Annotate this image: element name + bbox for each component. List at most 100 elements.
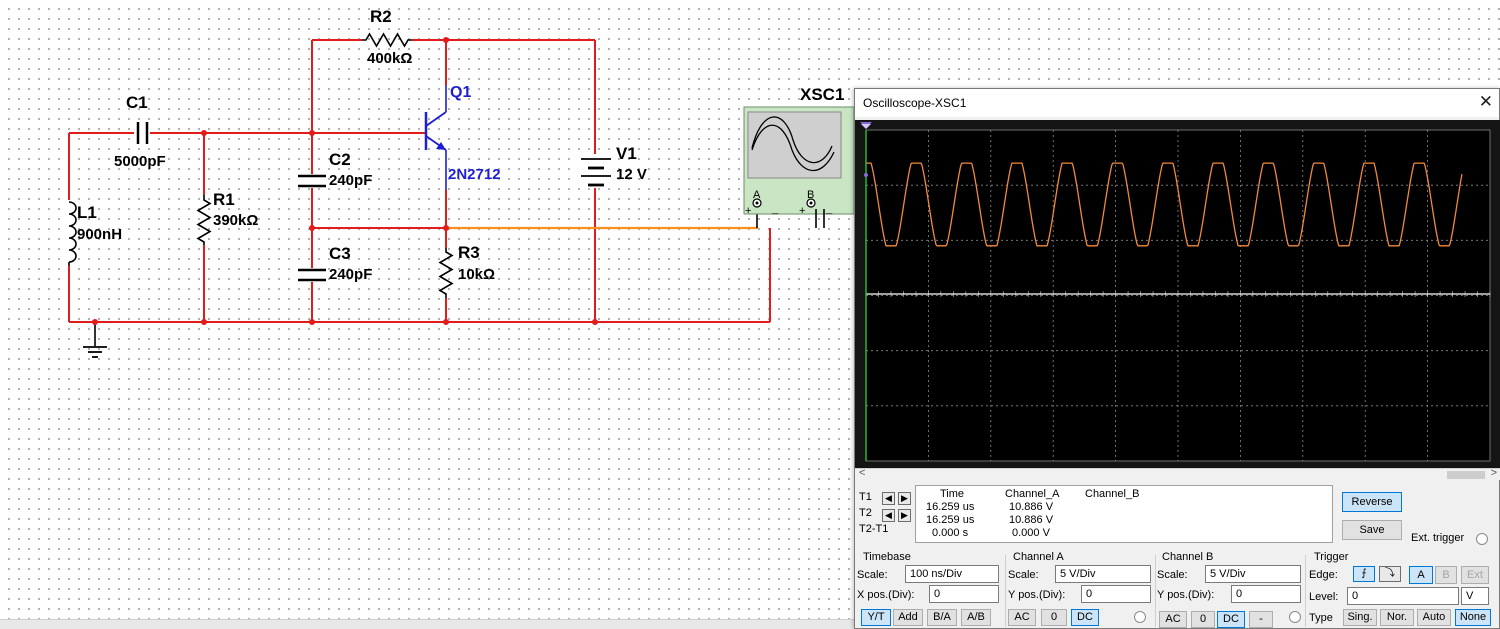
mode-add-button[interactable]: Add [893, 609, 923, 626]
channel-b-ac-button[interactable]: AC [1159, 611, 1187, 628]
l1-name: L1 [77, 203, 97, 222]
channel-a-ac-button[interactable]: AC [1008, 609, 1036, 626]
xsc1-terminal-a: A [753, 189, 761, 201]
scroll-right-icon[interactable]: > [1491, 467, 1497, 479]
c1-value: 5000pF [114, 153, 166, 170]
channel-a-dc-button[interactable]: DC [1071, 609, 1099, 626]
battery-v1[interactable] [578, 154, 614, 188]
canvas-horizontal-scrollbar[interactable] [0, 619, 855, 629]
readout-t1-time: 16.259 us [926, 501, 975, 513]
t2-right-arrow-icon[interactable]: ▶ [898, 509, 911, 522]
t1-left-arrow-icon[interactable]: ◀ [882, 492, 895, 505]
v1-name: V1 [616, 144, 637, 163]
scroll-thumb[interactable] [1447, 471, 1485, 479]
junction-dot [201, 130, 207, 136]
trigger-source-ext-button[interactable]: Ext [1461, 566, 1489, 584]
readout-header-channel-b: Channel_B [1085, 488, 1140, 500]
channel-b-radio[interactable] [1289, 611, 1301, 623]
junction-dot [92, 319, 98, 325]
r1-value: 390kΩ [213, 212, 258, 229]
channel-a-zero-button[interactable]: 0 [1041, 609, 1067, 626]
junction-dot [443, 37, 449, 43]
xsc1-plus-b: + [799, 205, 805, 217]
t1-right-arrow-icon[interactable]: ▶ [898, 492, 911, 505]
xsc1-plus-a: + [745, 205, 751, 217]
r3-value: 10kΩ [458, 266, 495, 283]
window-titlebar[interactable]: Oscilloscope-XSC1 ✕ [855, 89, 1499, 117]
xsc1-minus-a: _ [771, 203, 779, 215]
c3-value: 240pF [329, 266, 372, 283]
r2-name: R2 [370, 7, 392, 26]
window-title: Oscilloscope-XSC1 [863, 96, 967, 110]
rising-edge-icon[interactable]: ⨍ [1353, 566, 1375, 582]
xsc1-name: XSC1 [800, 85, 844, 104]
readout-t2-time: 16.259 us [926, 514, 975, 526]
r1-name: R1 [213, 190, 235, 209]
xsc1-terminal-b: B [807, 189, 814, 201]
c2-value: 240pF [329, 172, 372, 189]
channel-b-title: Channel B [1162, 551, 1214, 563]
resistor-r3[interactable] [438, 248, 454, 298]
timebase-xpos-label: X pos.(Div): [857, 589, 915, 601]
trigger-type-normal-button[interactable]: Nor. [1380, 609, 1414, 626]
readout-header-time: Time [940, 488, 965, 500]
transistor-q1[interactable] [424, 85, 447, 190]
scope-display[interactable] [855, 120, 1500, 468]
channel-b-ypos-label: Y pos.(Div): [1157, 589, 1215, 601]
trigger-source-a-button[interactable]: A [1409, 566, 1433, 584]
close-icon[interactable]: ✕ [1479, 92, 1493, 112]
channel-a-ypos-label: Y pos.(Div): [1008, 589, 1066, 601]
scroll-left-icon[interactable]: < [859, 467, 865, 479]
timebase-xpos-field[interactable]: 0 [929, 585, 999, 603]
mode-ab-button[interactable]: A/B [961, 609, 991, 626]
channel-b-scale-label: Scale: [1157, 569, 1188, 581]
channel-b-ypos-field[interactable]: 0 [1231, 585, 1301, 603]
channel-a-scale-field[interactable]: 5 V/Div [1055, 565, 1151, 583]
trigger-level-unit[interactable]: V [1461, 587, 1489, 605]
channel-b-scale-field[interactable]: 5 V/Div [1205, 565, 1301, 583]
ext-trigger-label: Ext. trigger [1411, 532, 1465, 544]
reverse-button[interactable]: Reverse [1342, 492, 1402, 512]
resistor-r2[interactable] [362, 32, 412, 48]
trigger-level-label: Level: [1309, 591, 1339, 603]
channel-a-ypos-field[interactable]: 0 [1081, 585, 1151, 603]
oscilloscope-window: Oscilloscope-XSC1 ✕ < > T1 T2 T2-T1 ◀ ▶ … [854, 88, 1500, 629]
resistor-r1[interactable] [196, 195, 212, 245]
channel-b-dc-button[interactable]: DC [1217, 611, 1245, 628]
ext-trigger-radio[interactable] [1476, 533, 1488, 545]
junction-dot [443, 225, 449, 231]
trigger-type-label: Type [1309, 612, 1333, 624]
separator [1155, 555, 1156, 627]
r2-value: 400kΩ [367, 50, 412, 67]
capacitor-c2[interactable] [298, 174, 326, 188]
probe-wire-channel-a [446, 207, 758, 230]
channel-b-zero-button[interactable]: 0 [1191, 611, 1215, 628]
capacitor-c3[interactable] [298, 268, 326, 282]
capacitor-c1[interactable] [134, 122, 150, 144]
channel-a-radio[interactable] [1134, 611, 1146, 623]
inductor-l1[interactable] [64, 200, 77, 266]
scope-scrollbar[interactable]: < > [855, 467, 1500, 480]
c1-name: C1 [126, 93, 148, 112]
t2-left-arrow-icon[interactable]: ◀ [882, 509, 895, 522]
trigger-type-none-button[interactable]: None [1455, 609, 1491, 626]
trigger-type-auto-button[interactable]: Auto [1417, 609, 1451, 626]
junction-dot [443, 319, 449, 325]
q1-name: Q1 [450, 84, 471, 101]
q1-model: 2N2712 [448, 166, 501, 183]
junction-dot [309, 225, 315, 231]
mode-yt-button[interactable]: Y/T [861, 609, 891, 626]
trigger-level-field[interactable]: 0 [1347, 587, 1459, 605]
junction-dot [201, 319, 207, 325]
falling-edge-icon[interactable]: ⤵ [1379, 566, 1401, 582]
junction-dot [309, 130, 315, 136]
junction-dot [309, 319, 315, 325]
readout-t1-channel-a: 10.886 V [1009, 501, 1054, 513]
mode-ba-button[interactable]: B/A [927, 609, 957, 626]
trigger-source-b-button[interactable]: B [1435, 566, 1457, 584]
xsc1-minus-b: _ [825, 203, 833, 215]
save-button[interactable]: Save [1342, 520, 1402, 540]
trigger-type-single-button[interactable]: Sing. [1343, 609, 1377, 626]
timebase-scale-field[interactable]: 100 ns/Div [905, 565, 999, 583]
channel-b-minus-button[interactable]: - [1249, 611, 1273, 628]
